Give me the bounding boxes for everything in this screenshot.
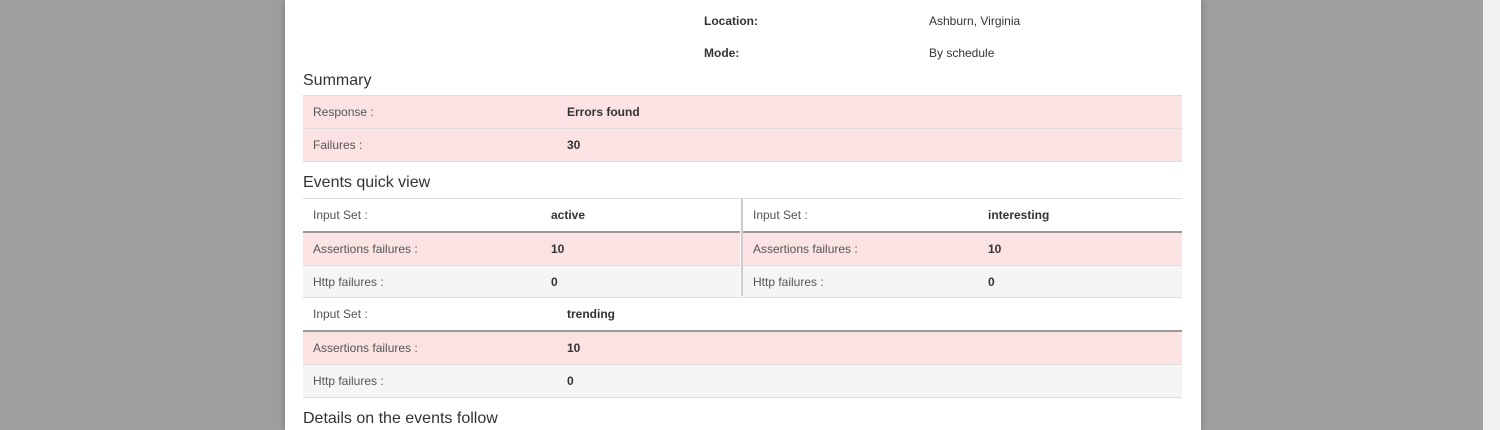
- summary-title: Summary: [303, 72, 372, 89]
- failures-label: Failures :: [303, 128, 557, 162]
- input-set-value: interesting: [978, 198, 1182, 233]
- mode-label: Mode:: [704, 46, 740, 60]
- input-set-label: Input Set :: [743, 198, 978, 233]
- table-row: Input Set : trending: [303, 297, 1182, 332]
- details-title: Details on the events follow: [303, 410, 498, 427]
- mode-value: By schedule: [929, 46, 995, 60]
- table-row: Input Set : active: [303, 198, 740, 233]
- assertions-value: 10: [557, 330, 1182, 365]
- table-row: Failures : 30: [303, 128, 1182, 162]
- scrollbar[interactable]: [1483, 0, 1500, 430]
- response-value: Errors found: [557, 95, 1182, 129]
- http-value: 0: [978, 265, 1182, 300]
- events-title: Events quick view: [303, 174, 431, 191]
- table-row: Assertions failures : 10: [743, 231, 1182, 266]
- event-set-trending: Input Set : trending Assertions failures…: [303, 297, 1182, 398]
- http-label: Http failures :: [303, 364, 557, 398]
- http-value: 0: [557, 364, 1182, 398]
- table-row: Input Set : interesting: [743, 198, 1182, 233]
- input-set-label: Input Set :: [303, 297, 557, 332]
- location-value: Ashburn, Virginia: [929, 14, 1021, 28]
- event-set-interesting: Input Set : interesting Assertions failu…: [743, 198, 1182, 300]
- http-label: Http failures :: [303, 265, 541, 300]
- table-row: Http failures : 0: [743, 265, 1182, 300]
- assertions-value: 10: [541, 231, 740, 266]
- assertions-label: Assertions failures :: [743, 231, 978, 266]
- input-set-value: trending: [557, 297, 1182, 332]
- summary-table: Response : Errors found Failures : 30: [303, 95, 1182, 162]
- assertions-label: Assertions failures :: [303, 231, 541, 266]
- assertions-value: 10: [978, 231, 1182, 266]
- location-label: Location:: [704, 14, 758, 28]
- table-row: Http failures : 0: [303, 265, 740, 300]
- input-set-value: active: [541, 198, 740, 233]
- http-label: Http failures :: [743, 265, 978, 300]
- response-label: Response :: [303, 95, 557, 129]
- table-row: Http failures : 0: [303, 364, 1182, 398]
- http-value: 0: [541, 265, 740, 300]
- report-page: Location: Ashburn, Virginia Mode: By sch…: [285, 0, 1201, 430]
- table-row: Assertions failures : 10: [303, 330, 1182, 365]
- input-set-label: Input Set :: [303, 198, 541, 233]
- event-set-active: Input Set : active Assertions failures :…: [303, 198, 740, 300]
- failures-value: 30: [557, 128, 1182, 162]
- table-row: Response : Errors found: [303, 95, 1182, 129]
- table-row: Assertions failures : 10: [303, 231, 740, 266]
- assertions-label: Assertions failures :: [303, 330, 557, 365]
